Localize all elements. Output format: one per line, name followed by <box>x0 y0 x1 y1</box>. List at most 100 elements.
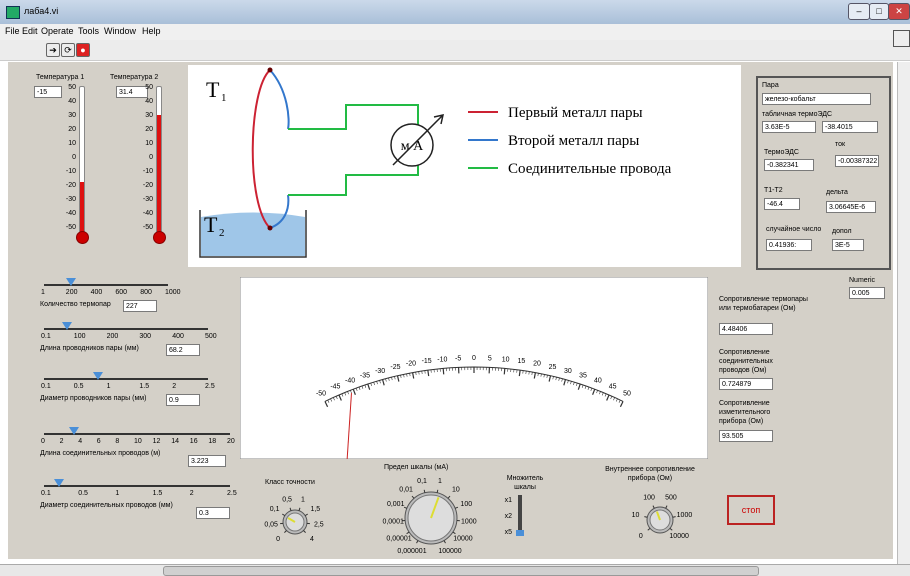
slider-thumb[interactable] <box>62 322 72 330</box>
window-title: лаба4.vi <box>24 6 58 16</box>
thermo1-tick: -30 <box>66 196 76 204</box>
thermo2-tick: 40 <box>145 98 153 106</box>
accuracy-knob: 00,050,10,511,52,54 <box>264 496 323 543</box>
range-label: Предел шкалы (мА) <box>384 464 448 471</box>
gauge-tick-label: 50 <box>623 390 631 397</box>
slider-tick: 100 <box>74 333 86 340</box>
slider-track[interactable] <box>44 284 168 286</box>
gauge-tick-label: 40 <box>594 378 602 385</box>
slider-thumb[interactable] <box>66 278 76 286</box>
slider-value-field[interactable]: 68.2 <box>166 344 200 356</box>
thermo2-input[interactable]: 31.4 <box>116 86 148 98</box>
dopol-field[interactable]: 3E-5 <box>832 239 864 251</box>
gauge-tick-label: 10 <box>502 356 510 363</box>
slider-tick: 200 <box>107 333 119 340</box>
abort-icon[interactable]: ● <box>76 43 90 57</box>
thermo2-tick: 50 <box>145 84 153 92</box>
menu-edit[interactable]: Edit <box>22 26 38 36</box>
slider-tick: 0.1 <box>41 383 51 390</box>
slider-tick: 0 <box>41 438 45 445</box>
numeric-label: Numeric <box>849 277 875 284</box>
maximize-button[interactable]: □ <box>869 3 889 20</box>
thermo2-tick: 10 <box>145 140 153 148</box>
gauge-tick-label: -20 <box>406 361 416 368</box>
dopol-label: допол <box>832 228 852 235</box>
thermo2-tick: -10 <box>143 168 153 176</box>
gauge-tick-label: 15 <box>517 358 525 365</box>
internal-knob-tick-label: 100 <box>643 495 655 502</box>
slider-tick: 1000 <box>165 289 181 296</box>
slider-label: Длина соединительных проводов (м) <box>40 450 160 457</box>
multiplier-tick-label: x1 <box>505 497 513 504</box>
slider-tick: 400 <box>172 333 184 340</box>
slider-thumb[interactable] <box>54 479 64 487</box>
menu-operate[interactable]: Operate <box>41 26 74 36</box>
run-arrow-icon[interactable]: ➔ <box>46 43 60 57</box>
slider-tick: 1.5 <box>139 383 149 390</box>
slider-value-field[interactable]: 0.9 <box>166 394 200 406</box>
slider-value-field[interactable]: 0.3 <box>196 507 230 519</box>
stop-button[interactable]: стоп <box>727 495 775 525</box>
menu-window[interactable]: Window <box>104 26 136 36</box>
multiplier-track <box>518 495 522 535</box>
current-label: ток <box>835 141 845 148</box>
slider-track[interactable] <box>44 378 208 380</box>
gauge-tick <box>428 370 429 376</box>
thermo2-tube <box>156 86 162 234</box>
multiplier-thumb <box>516 530 524 536</box>
slider-tick: 1 <box>115 490 119 497</box>
slider-tick: 500 <box>205 333 217 340</box>
range-knob-tick-label: 10 <box>452 486 460 493</box>
close-button[interactable]: ✕ <box>888 3 910 20</box>
thermo1-input[interactable]: -15 <box>34 86 62 98</box>
slider-tick: 4 <box>78 438 82 445</box>
t2-sub: 2 <box>219 227 225 239</box>
slider-tick: 1 <box>41 289 45 296</box>
slider-track[interactable] <box>44 485 230 487</box>
gauge-tick-label: -5 <box>455 355 461 362</box>
menu-file[interactable]: File <box>5 26 20 36</box>
current-field: -0.00387322 <box>835 155 879 167</box>
slider-value-field[interactable]: 3.223 <box>188 455 226 467</box>
range-knob-tick-label: 100000 <box>438 548 461 555</box>
vertical-scrollbar[interactable] <box>897 62 910 564</box>
slider-tick: 16 <box>190 438 198 445</box>
slider-value-field[interactable]: 227 <box>123 300 157 312</box>
multiplier-slider: x1x2x5 <box>505 495 524 536</box>
range-knob-tick-label: 0,0001 <box>382 519 404 526</box>
internal-knob: 010100500100010000 <box>632 495 693 541</box>
slider-thumb[interactable] <box>93 372 103 380</box>
thermo2-tick: 20 <box>145 126 153 134</box>
accuracy-knob-tick-label: 4 <box>310 536 314 543</box>
accuracy-knob-tick-label: 0,1 <box>270 506 280 513</box>
run-continuous-icon[interactable]: ⟳ <box>61 43 75 57</box>
thermo1-tick: -10 <box>66 168 76 176</box>
t1-label: T <box>206 77 220 102</box>
emf-label: ТермоЭДС <box>764 149 799 156</box>
thermo1-tick: 50 <box>68 84 76 92</box>
gauge-tick-label: -45 <box>330 384 340 391</box>
r2-field: 0.724879 <box>719 378 773 390</box>
gauge-tick-label: 5 <box>488 355 492 362</box>
legend-item: Соединительные провода <box>508 161 672 177</box>
t1-sub: 1 <box>221 92 227 104</box>
minimize-button[interactable]: – <box>848 3 870 20</box>
thermo1-tube <box>79 86 85 234</box>
gauge-tick <box>519 370 520 376</box>
slider-tick: 400 <box>91 289 103 296</box>
thermo2-tick: -50 <box>143 224 153 232</box>
slider-thumb[interactable] <box>69 427 79 435</box>
range-knob-tick-label: 0,01 <box>399 486 413 493</box>
numeric-field[interactable]: 0.005 <box>849 287 885 299</box>
menu-tools[interactable]: Tools <box>78 26 99 36</box>
thermo2-bulb <box>153 231 166 244</box>
gauge-tick-label: -25 <box>390 364 400 371</box>
thermo1-tick: 10 <box>68 140 76 148</box>
accuracy-knob-tick-label: 0,05 <box>264 522 278 529</box>
slider-tick: 2 <box>172 383 176 390</box>
slider-tick: 1.5 <box>153 490 163 497</box>
thermo1-tick: 20 <box>68 126 76 134</box>
gauge-tick <box>443 368 444 374</box>
table-emf-1: 3.63E-5 <box>762 121 816 133</box>
menu-help[interactable]: Help <box>142 26 161 36</box>
